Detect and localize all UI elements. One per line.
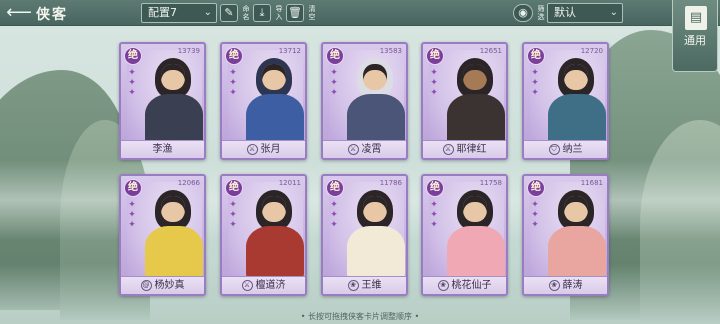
star-rating-icon: ✦ ✦ ✦ — [430, 68, 438, 98]
hero-name-bar: ❀ 王维 — [323, 276, 406, 294]
hero-name-bar: ⚔ 檀道济 — [222, 276, 305, 294]
hero-name: 桃花仙子 — [451, 280, 492, 291]
rank-badge: 绝 — [326, 47, 344, 65]
star-rating-icon: ✦ ✦ ✦ — [128, 68, 136, 98]
spiral-class-icon: @ — [140, 279, 152, 291]
hero-name-bar: ⚔ 耶律红 — [423, 140, 506, 158]
power-value: 12011 — [278, 179, 301, 187]
star-rating-icon: ✦ ✦ ✦ — [128, 200, 136, 230]
hero-name-bar: @ 杨妙真 — [121, 276, 204, 294]
power-value: 12066 — [177, 179, 200, 187]
star-rating-icon: ✦ ✦ ✦ — [330, 68, 338, 98]
hero-name-bar: ⛉ 纳兰 — [524, 140, 607, 158]
hero-name: 檀道济 — [255, 280, 286, 291]
hero-portrait — [127, 182, 203, 278]
star-rating-icon: ✦ ✦ ✦ — [229, 68, 237, 98]
star-rating-icon: ✦ ✦ ✦ — [430, 200, 438, 230]
hero-name: 凌霄 — [361, 144, 382, 155]
hero-portrait — [329, 50, 405, 146]
drag-hint: • 长按可拖拽侠客卡片调整顺序 • — [300, 312, 420, 321]
power-value: 11681 — [580, 179, 603, 187]
hero-card[interactable]: 绝 ✦ ✦ ✦ 13712 ⚔ 张月 — [220, 42, 307, 160]
hero-portrait — [127, 50, 203, 146]
rank-badge: 绝 — [225, 47, 243, 65]
rank-badge: 绝 — [426, 47, 444, 65]
sword-class-icon: ⚔ — [347, 143, 359, 155]
hero-card[interactable]: 绝 ✦ ✦ ✦ 12066 @ 杨妙真 — [119, 174, 206, 296]
hero-name: 杨妙真 — [154, 280, 185, 291]
lotus-class-icon: ❀ — [548, 279, 560, 291]
star-rating-icon: ✦ ✦ ✦ — [330, 200, 338, 230]
hero-card[interactable]: 绝 ✦ ✦ ✦ 12651 ⚔ 耶律红 — [421, 42, 508, 160]
hero-name-bar: ❀ 薛涛 — [524, 276, 607, 294]
hero-card[interactable]: 绝 ✦ ✦ ✦ 12011 ⚔ 檀道济 — [220, 174, 307, 296]
power-value: 12720 — [580, 47, 603, 55]
hero-name: 王维 — [361, 280, 382, 291]
power-value: 13583 — [379, 47, 402, 55]
hero-name: 张月 — [260, 144, 281, 155]
star-rating-icon: ✦ ✦ ✦ — [531, 68, 539, 98]
hero-card[interactable]: 绝 ✦ ✦ ✦ 13739 李渔 — [119, 42, 206, 160]
power-value: 13739 — [177, 47, 200, 55]
hero-portrait — [530, 182, 606, 278]
sword-class-icon: ⚔ — [442, 143, 454, 155]
rank-badge: 绝 — [527, 47, 545, 65]
rank-badge: 绝 — [527, 179, 545, 197]
hero-card-grid: 绝 ✦ ✦ ✦ 13739 李渔 绝 ✦ ✦ ✦ 13712 ⚔ 张月 绝 ✦ ✦ ✦ 135… — [0, 0, 720, 324]
hero-card[interactable]: 绝 ✦ ✦ ✦ 13583 ⚔ 凌霄 — [321, 42, 408, 160]
power-value: 12651 — [479, 47, 502, 55]
hero-portrait — [530, 50, 606, 146]
hero-portrait — [429, 182, 505, 278]
hero-card[interactable]: 绝 ✦ ✦ ✦ 11786 ❀ 王维 — [321, 174, 408, 296]
power-value: 13712 — [278, 47, 301, 55]
shield-class-icon: ⛉ — [548, 143, 560, 155]
hero-name: 薛涛 — [562, 280, 583, 291]
hero-name-bar: ❀ 桃花仙子 — [423, 276, 506, 294]
rank-badge: 绝 — [426, 179, 444, 197]
sword-class-icon: ⚔ — [241, 279, 253, 291]
power-value: 11758 — [479, 179, 502, 187]
hero-name: 李渔 — [152, 144, 173, 155]
hero-portrait — [429, 50, 505, 146]
hero-name: 耶律红 — [456, 144, 487, 155]
hero-portrait — [228, 50, 304, 146]
hero-card[interactable]: 绝 ✦ ✦ ✦ 11758 ❀ 桃花仙子 — [421, 174, 508, 296]
hero-name: 纳兰 — [562, 144, 583, 155]
star-rating-icon: ✦ ✦ ✦ — [229, 200, 237, 230]
rank-badge: 绝 — [225, 179, 243, 197]
rank-badge: 绝 — [326, 179, 344, 197]
hero-name-bar: ⚔ 凌霄 — [323, 140, 406, 158]
lotus-class-icon: ❀ — [437, 279, 449, 291]
rank-badge: 绝 — [124, 179, 142, 197]
hero-portrait — [329, 182, 405, 278]
hero-card[interactable]: 绝 ✦ ✦ ✦ 12720 ⛉ 纳兰 — [522, 42, 609, 160]
hero-card[interactable]: 绝 ✦ ✦ ✦ 11681 ❀ 薛涛 — [522, 174, 609, 296]
sword-class-icon: ⚔ — [246, 143, 258, 155]
power-value: 11786 — [379, 179, 402, 187]
hero-name-bar: ⚔ 张月 — [222, 140, 305, 158]
rank-badge: 绝 — [124, 47, 142, 65]
lotus-class-icon: ❀ — [347, 279, 359, 291]
hero-name-bar: 李渔 — [121, 140, 204, 158]
star-rating-icon: ✦ ✦ ✦ — [531, 200, 539, 230]
hero-portrait — [228, 182, 304, 278]
